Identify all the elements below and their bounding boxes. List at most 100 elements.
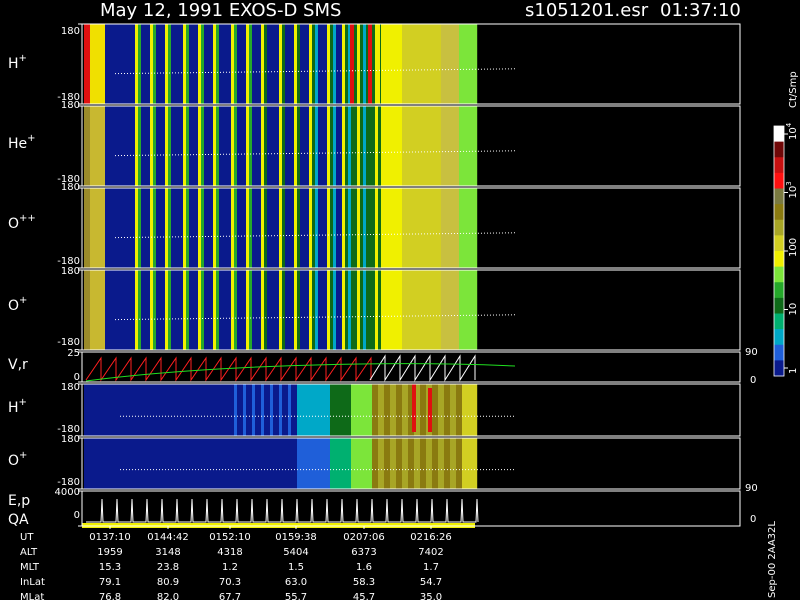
ytick-top: 4000 xyxy=(55,487,80,498)
spectrogram-column xyxy=(213,438,217,489)
spectrogram-column xyxy=(354,106,358,186)
spectrogram-column xyxy=(216,188,220,268)
spectrogram-column xyxy=(93,106,97,186)
colorbar-swatch xyxy=(774,360,784,377)
spectrogram-column xyxy=(156,270,160,350)
spectrogram-column xyxy=(414,188,418,268)
spectrogram-column xyxy=(288,384,292,436)
spectrogram-column xyxy=(339,188,343,268)
spectrogram-column xyxy=(189,270,193,350)
spectrogram-column xyxy=(141,438,145,489)
spectrogram-column xyxy=(147,270,151,350)
spectrogram-column xyxy=(279,270,283,350)
spectrogram-column xyxy=(273,438,277,489)
spectrogram-column xyxy=(363,24,367,104)
spectrogram-column xyxy=(249,384,253,436)
colorbar-swatch xyxy=(774,344,784,361)
spectrogram-column xyxy=(441,188,445,268)
spectrogram-column xyxy=(408,270,412,350)
spectrogram-column xyxy=(96,384,100,436)
footer-value: 0144:42 xyxy=(147,532,189,543)
spectrogram-column xyxy=(285,438,289,489)
spectrogram-column xyxy=(231,106,235,186)
spectrogram-column xyxy=(153,188,157,268)
colorbar-swatch xyxy=(774,126,784,143)
spectrogram-column xyxy=(285,188,289,268)
spectrogram-column xyxy=(438,106,442,186)
right-tick-top: 90 xyxy=(745,483,758,494)
spectrogram-column xyxy=(396,384,400,436)
spectrogram-column xyxy=(111,188,115,268)
spectrogram-column xyxy=(255,270,259,350)
spectrogram-column xyxy=(405,24,409,104)
spectrogram-column xyxy=(366,384,370,436)
spectrogram-column xyxy=(279,438,283,489)
spectrogram-column xyxy=(222,24,226,104)
spectrogram-column xyxy=(132,106,136,186)
spectrogram-column xyxy=(117,188,121,268)
colorbar-exponent: 3 xyxy=(785,181,793,185)
spectrogram-column xyxy=(372,106,376,186)
spectrogram-column xyxy=(198,270,202,350)
spectrogram-column xyxy=(396,270,400,350)
spectrogram-column xyxy=(396,438,400,489)
spectrogram-column xyxy=(333,188,337,268)
spectrogram-column xyxy=(189,106,193,186)
footer-value: 63.0 xyxy=(285,577,307,588)
spectrogram-column xyxy=(141,24,145,104)
spectrogram-column xyxy=(99,188,103,268)
spectrogram-column xyxy=(351,270,355,350)
spectrogram-column xyxy=(423,188,427,268)
spectrogram-column xyxy=(225,438,229,489)
spectrogram-column xyxy=(111,24,115,104)
spectrogram-column xyxy=(108,106,112,186)
spectrogram-column xyxy=(234,384,238,436)
spectrogram-column xyxy=(384,24,388,104)
spectrogram-column xyxy=(411,270,415,350)
spectrogram-column xyxy=(324,384,328,436)
spectrogram-column xyxy=(273,24,277,104)
spectrogram-column xyxy=(123,270,127,350)
spectrogram-column xyxy=(270,438,274,489)
spectrogram-column xyxy=(423,270,427,350)
spectrogram-column xyxy=(366,438,370,489)
spectrogram-column xyxy=(156,384,160,436)
spectrogram-column xyxy=(471,270,475,350)
spectrogram-column xyxy=(174,384,178,436)
spectrogram-column xyxy=(246,270,250,350)
spectrogram-column xyxy=(453,188,457,268)
spectrogram-column xyxy=(459,384,463,436)
spectrogram-column xyxy=(201,188,205,268)
spectrogram-column xyxy=(396,106,400,186)
spectrogram-column xyxy=(453,270,457,350)
spectrogram-column xyxy=(195,188,199,268)
spectrogram-column xyxy=(306,270,310,350)
spectrogram-column xyxy=(273,270,277,350)
spectrogram-column xyxy=(462,438,466,489)
spectrogram-column xyxy=(96,106,100,186)
spectrogram-column xyxy=(414,106,418,186)
spectrogram-column xyxy=(387,438,391,489)
spectrogram-column xyxy=(429,106,433,186)
spectrogram-column xyxy=(438,438,442,489)
spectrogram-column xyxy=(201,24,205,104)
spectrogram-column xyxy=(450,188,454,268)
spectrogram-column xyxy=(420,270,424,350)
spectrogram-column xyxy=(96,270,100,350)
spectrogram-column xyxy=(147,384,151,436)
spectrogram-column xyxy=(258,438,262,489)
spectrogram-column xyxy=(330,188,334,268)
spectrogram-column xyxy=(405,438,409,489)
spectrogram-column xyxy=(300,384,304,436)
spectrogram-column xyxy=(225,384,229,436)
spectrogram-column xyxy=(417,24,421,104)
spectrogram-column xyxy=(111,438,115,489)
spectrogram-column xyxy=(354,384,358,436)
spectrogram-column xyxy=(309,270,313,350)
colorbar-swatch xyxy=(774,313,784,330)
spectrogram-column xyxy=(294,188,298,268)
spectrogram-column xyxy=(132,270,136,350)
spectrogram-column xyxy=(132,188,136,268)
spectrogram-column xyxy=(186,188,190,268)
spectrogram-column xyxy=(207,188,211,268)
